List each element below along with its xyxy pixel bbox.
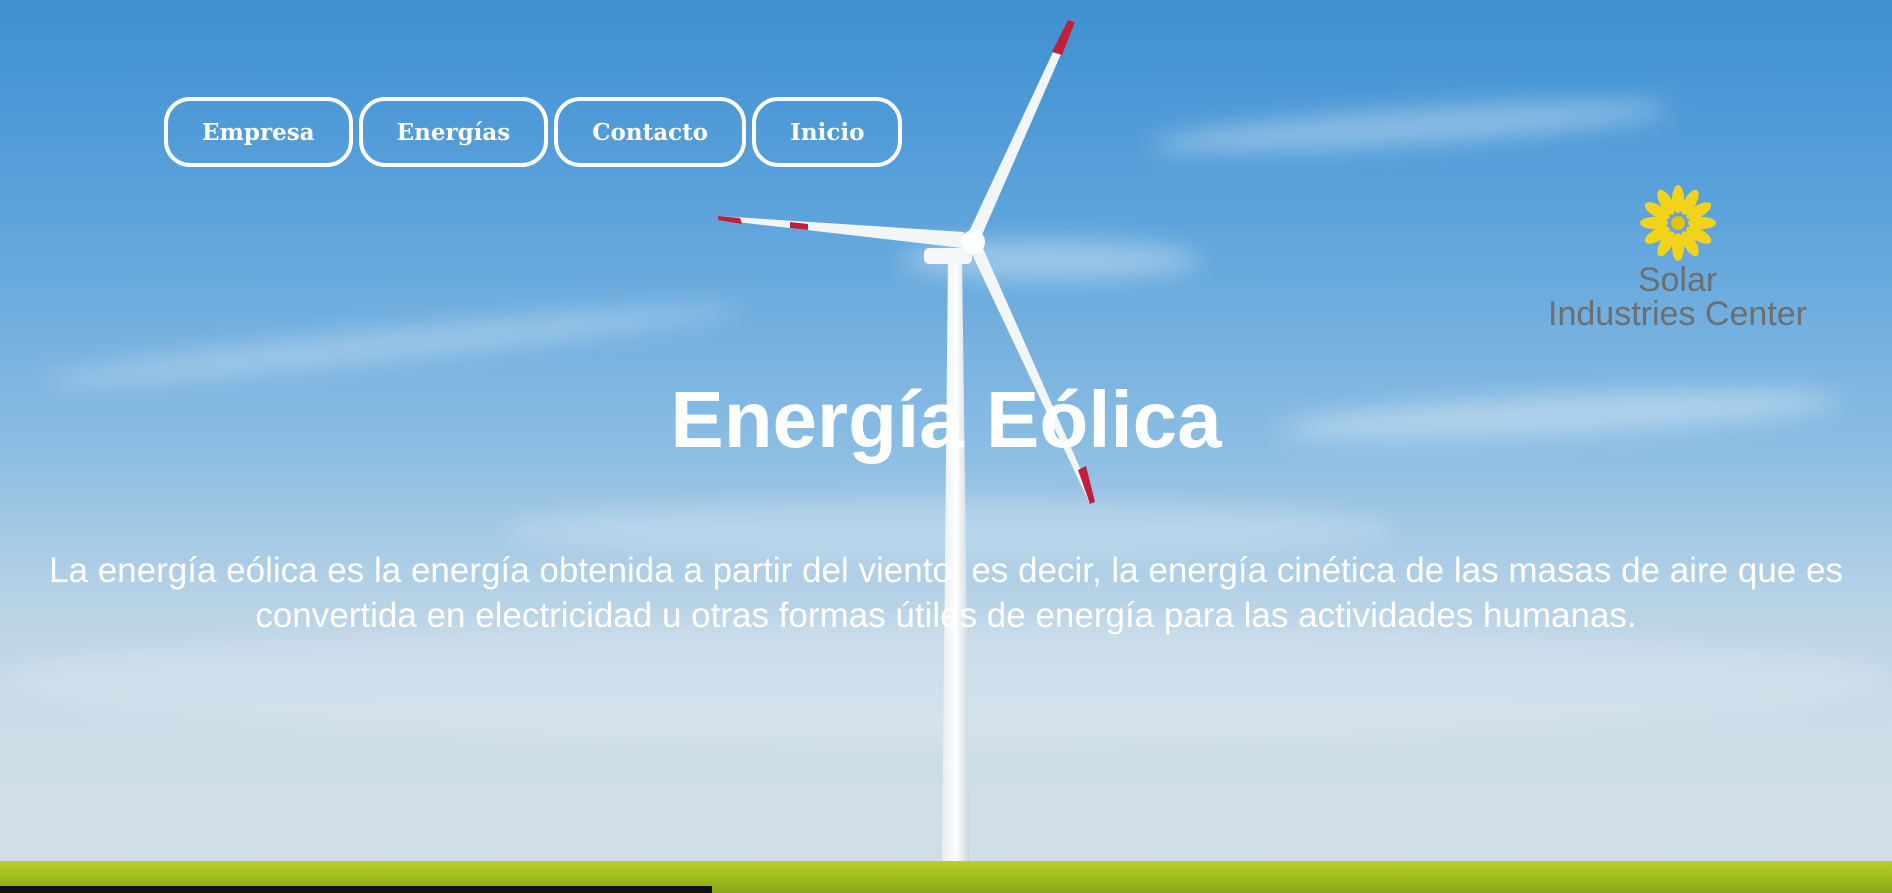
company-logo[interactable]: Solar Industries Center: [1535, 183, 1820, 331]
page-title: Energía Eólica: [670, 375, 1222, 464]
nav-empresa-button[interactable]: Empresa: [164, 97, 353, 167]
nav-inicio-button[interactable]: Inicio: [752, 97, 903, 167]
nav-contacto-button[interactable]: Contacto: [554, 97, 747, 167]
main-nav: Empresa Energías Contacto Inicio: [164, 97, 903, 167]
sunflower-icon: [1639, 185, 1716, 261]
hero-section: Empresa Energías Contacto Inicio Solar I…: [0, 0, 1892, 893]
nav-energias-button[interactable]: Energías: [358, 97, 549, 167]
hero-description: La energía eólica es la energía obtenida…: [49, 551, 1843, 635]
logo-text-line2: Industries Center: [1548, 295, 1807, 333]
bottom-bar: [0, 886, 712, 893]
logo-text-line1: Solar: [1637, 261, 1718, 299]
